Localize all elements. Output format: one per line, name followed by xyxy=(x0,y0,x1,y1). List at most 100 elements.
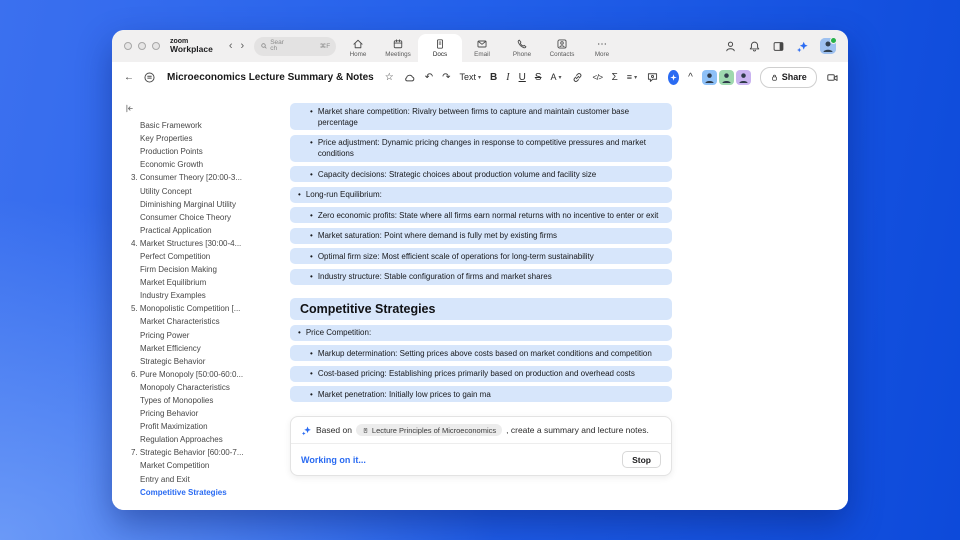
outline-item[interactable]: Economic Growth xyxy=(112,158,290,171)
zoom-window-button[interactable] xyxy=(152,42,160,50)
outline-sidebar: Basic Framework Key Properties Production … xyxy=(112,92,290,510)
search-shortcut: ⌘F xyxy=(319,43,331,50)
text-style-dropdown[interactable]: Text ▾ xyxy=(459,72,481,82)
side-panel-toggle-icon[interactable] xyxy=(772,40,785,53)
doc-heading[interactable]: Competitive Strategies xyxy=(290,297,672,320)
doc-bullet[interactable]: • Long-run Equilibrium: xyxy=(290,186,672,203)
link-icon[interactable] xyxy=(571,71,584,84)
tab-label: Email xyxy=(474,51,490,58)
cloud-sync-icon[interactable] xyxy=(403,71,416,84)
outline-item[interactable]: 6. Pure Monopoly [50:00-60:0... xyxy=(112,368,290,381)
star-icon[interactable]: ☆ xyxy=(385,72,394,83)
tab-label: Phone xyxy=(512,51,532,58)
redo-icon[interactable]: ↷ xyxy=(442,72,450,83)
align-dropdown[interactable]: ≡ ▾ xyxy=(627,72,637,82)
undo-icon[interactable]: ↶ xyxy=(425,72,433,83)
outline-item[interactable]: 3. Consumer Theory [20:00-3... xyxy=(112,171,290,184)
outline-item[interactable]: Regulation Approaches xyxy=(112,433,290,446)
tab-email[interactable]: Email xyxy=(462,34,502,62)
profile-icon[interactable] xyxy=(724,40,737,53)
outline-item[interactable]: 5. Monopolistic Competition [... xyxy=(112,302,290,315)
doc-bullet[interactable]: • Markup determination: Setting prices a… xyxy=(290,345,672,361)
collaborator-avatar[interactable] xyxy=(735,69,751,85)
outline-item[interactable]: Competitive Strategies xyxy=(112,486,290,499)
tab-docs[interactable]: Docs xyxy=(418,34,462,62)
back-arrow-icon[interactable]: ← xyxy=(124,72,134,83)
nav-back-button[interactable]: ‹ xyxy=(229,40,233,52)
outline-item[interactable]: Basic Framework xyxy=(112,119,290,132)
bullet-text: Market share competition: Rivalry betwee… xyxy=(317,106,630,127)
share-button[interactable]: Share xyxy=(759,66,817,88)
doc-bullet[interactable]: • Market share competition: Rivalry betw… xyxy=(290,103,672,130)
close-window-button[interactable] xyxy=(124,42,132,50)
ai-prompt-row: Based on Lecture Principles of Microecon… xyxy=(291,417,671,443)
collapse-sidebar-icon[interactable] xyxy=(124,101,135,118)
doc-bullet[interactable]: • Cost-based pricing: Establishing price… xyxy=(290,365,672,382)
outline-item[interactable]: Utility Concept xyxy=(112,184,290,197)
outline-item[interactable]: Strategic Behavior xyxy=(112,355,290,368)
collaborator-avatar[interactable] xyxy=(701,69,717,85)
doc-bullet[interactable]: • Capacity decisions: Strategic choices … xyxy=(290,166,672,182)
collapse-toolbar-icon[interactable]: ^ xyxy=(688,72,693,83)
outline-item[interactable]: Entry and Exit xyxy=(112,473,290,486)
outline-item[interactable]: Market Efficiency xyxy=(112,342,290,355)
outline-item[interactable]: Perfect Competition xyxy=(112,250,290,263)
outline-item[interactable]: Types of Monopolies xyxy=(112,394,290,407)
doc-chip-icon xyxy=(363,427,368,433)
code-block-button[interactable]: </> xyxy=(593,73,604,82)
outline-item[interactable]: 7. Strategic Behavior [60:00-7... xyxy=(112,446,290,459)
outline-item[interactable]: Pricing Power xyxy=(112,329,290,342)
tab-meetings[interactable]: Meetings xyxy=(378,34,418,62)
underline-button[interactable]: U xyxy=(519,72,526,83)
minimize-window-button[interactable] xyxy=(138,42,146,50)
zoom-workplace-logo: zoom Workplace xyxy=(170,38,213,55)
formula-button[interactable]: Σ xyxy=(612,72,618,83)
source-doc-chip[interactable]: Lecture Principles of Microeconomics xyxy=(355,424,503,436)
doc-bullet[interactable]: • Market penetration: Initially low pric… xyxy=(290,386,672,402)
doc-badge-icon[interactable] xyxy=(143,71,156,84)
user-avatar[interactable] xyxy=(820,37,837,54)
outline-item[interactable]: Profit Maximization xyxy=(112,420,290,433)
ai-companion-sparkle-icon[interactable] xyxy=(796,40,809,53)
doc-bullet[interactable]: • Price Competition: xyxy=(290,324,672,341)
tab-contacts[interactable]: Contacts xyxy=(542,34,582,62)
doc-bullet[interactable]: • Industry structure: Stable configurati… xyxy=(290,268,672,285)
document-body: Basic Framework Key Properties Production … xyxy=(112,92,848,510)
outline-item[interactable]: Key Properties xyxy=(112,132,290,145)
stop-button[interactable]: Stop xyxy=(622,451,661,468)
outline-item[interactable]: Practical Application xyxy=(112,224,290,237)
tab-home[interactable]: Home xyxy=(338,34,378,62)
outline-item[interactable]: Monopoly Characteristics xyxy=(112,381,290,394)
strikethrough-button[interactable]: S xyxy=(535,72,542,83)
outline-item[interactable]: Market Equilibrium xyxy=(112,276,290,289)
outline-item[interactable]: Industry Examples xyxy=(112,289,290,302)
tab-phone[interactable]: Phone xyxy=(502,34,542,62)
outline-item[interactable]: Consumer Choice Theory xyxy=(112,211,290,224)
video-camera-icon[interactable] xyxy=(826,71,839,84)
doc-bullet[interactable]: • Zero economic profits: State where all… xyxy=(290,207,672,223)
doc-icon xyxy=(434,38,446,50)
bullet-text: Market penetration: Initially low prices… xyxy=(317,389,491,399)
outline-item[interactable]: Firm Decision Making xyxy=(112,263,290,276)
outline-item[interactable]: Diminishing Marginal Utility xyxy=(112,198,290,211)
comment-icon[interactable] xyxy=(646,71,659,84)
bullet-dot: • xyxy=(298,190,301,199)
nav-forward-button[interactable]: › xyxy=(241,40,245,52)
doc-bullet[interactable]: • Optimal firm size: Most efficient scal… xyxy=(290,248,672,264)
outline-item[interactable]: 4. Market Structures [30:00-4... xyxy=(112,237,290,250)
text-color-dropdown[interactable]: A ▾ xyxy=(551,72,562,82)
tab-more[interactable]: More xyxy=(582,34,622,62)
search-input[interactable]: Search ⌘F xyxy=(254,36,337,56)
doc-bullet[interactable]: • Market saturation: Point where demand … xyxy=(290,227,672,244)
outline-item[interactable]: Market Competition xyxy=(112,459,290,472)
outline-item[interactable]: Market Characteristics xyxy=(112,315,290,328)
ai-companion-button[interactable] xyxy=(668,69,680,85)
bold-button[interactable]: B xyxy=(490,72,497,83)
italic-button[interactable]: I xyxy=(506,72,509,83)
contacts-icon xyxy=(556,38,568,50)
doc-bullet[interactable]: • Price adjustment: Dynamic pricing chan… xyxy=(290,134,672,162)
notifications-bell-icon[interactable] xyxy=(748,40,761,53)
outline-item[interactable]: Pricing Behavior xyxy=(112,407,290,420)
collaborator-avatar[interactable] xyxy=(718,69,734,85)
outline-item[interactable]: Production Points xyxy=(112,145,290,158)
